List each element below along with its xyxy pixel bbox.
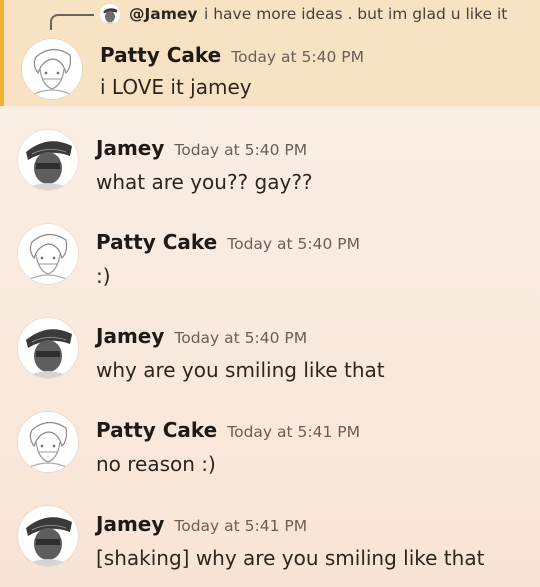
message-author[interactable]: Jamey Today at 5:41 PM (96, 512, 307, 536)
patty-cake-avatar[interactable] (18, 412, 78, 472)
author-name[interactable]: Jamey (96, 324, 164, 348)
jamey-avatar[interactable] (18, 130, 78, 190)
message-content: no reason :) (96, 452, 216, 476)
reply-text[interactable]: i have more ideas . but im glad u like i… (204, 5, 507, 23)
message-timestamp: Today at 5:40 PM (174, 329, 308, 347)
author-name[interactable]: Patty Cake (96, 230, 217, 254)
message-item[interactable]: Patty Cake Today at 5:41 PM no reason :) (0, 406, 540, 486)
author-name[interactable]: Jamey (96, 512, 164, 536)
message-timestamp: Today at 5:40 PM (174, 141, 308, 159)
message-item[interactable]: @Jamey i have more ideas . but im glad u… (0, 0, 540, 106)
patty-cake-avatar[interactable] (22, 39, 82, 99)
message-author[interactable]: Jamey Today at 5:40 PM (96, 136, 307, 160)
message-author[interactable]: Jamey Today at 5:40 PM (96, 324, 307, 348)
author-name[interactable]: Patty Cake (96, 418, 217, 442)
patty-cake-avatar[interactable] (18, 224, 78, 284)
message-item[interactable]: Patty Cake Today at 5:40 PM :) (0, 218, 540, 298)
message-timestamp: Today at 5:41 PM (227, 423, 360, 441)
message-timestamp: Today at 5:41 PM (174, 517, 308, 535)
reply-preview[interactable]: @Jamey i have more ideas . but im glad u… (4, 0, 540, 34)
author-name[interactable]: Patty Cake (100, 43, 221, 67)
jamey-avatar[interactable] (18, 318, 78, 378)
reply-author[interactable]: @Jamey (129, 5, 198, 23)
reply-spine (50, 14, 94, 30)
message-timestamp: Today at 5:40 PM (231, 48, 364, 66)
message-author[interactable]: Patty Cake Today at 5:41 PM (96, 418, 360, 442)
message-content: :) (96, 264, 111, 288)
jamey-avatar-small[interactable] (100, 4, 120, 24)
jamey-avatar[interactable] (18, 506, 78, 566)
message-content: [shaking] why are you smiling like that (96, 546, 485, 570)
message-timestamp: Today at 5:40 PM (227, 235, 360, 253)
author-name[interactable]: Jamey (96, 136, 164, 160)
message-item[interactable]: Jamey Today at 5:40 PM why are you smilin… (0, 312, 540, 392)
message-author[interactable]: Patty Cake Today at 5:40 PM (96, 230, 360, 254)
chat-log: @Jamey i have more ideas . but im glad u… (0, 0, 540, 587)
message-author[interactable]: Patty Cake Today at 5:40 PM (100, 43, 364, 67)
message-item[interactable]: Jamey Today at 5:41 PM [shaking] why are … (0, 500, 540, 580)
message-content: i LOVE it jamey (100, 75, 252, 99)
message-content: what are you?? gay?? (96, 170, 313, 194)
message-content: why are you smiling like that (96, 358, 385, 382)
message-item[interactable]: Jamey Today at 5:40 PM what are you?? gay… (0, 124, 540, 204)
